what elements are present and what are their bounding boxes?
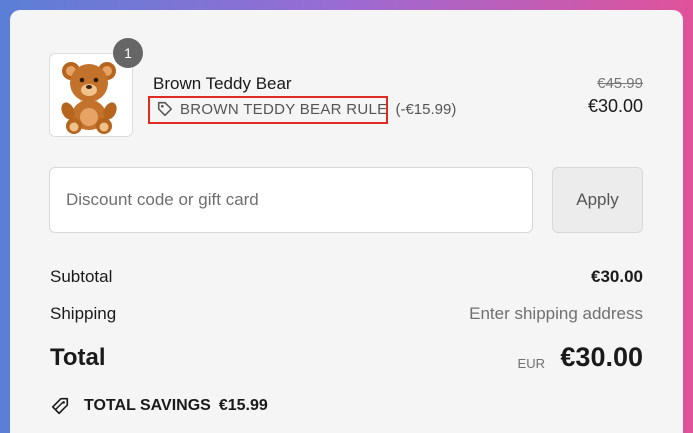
- original-price: €45.99: [597, 75, 643, 92]
- savings-tag-icon: [51, 397, 69, 415]
- total-savings: TOTAL SAVINGS €15.99: [50, 396, 268, 416]
- total-label: Total: [50, 344, 106, 371]
- discount-rule-amount: (-€15.99): [395, 100, 457, 118]
- quantity-badge: 1: [113, 38, 143, 68]
- discount-rule: BROWN TEDDY BEAR RULE (-€15.99): [156, 100, 456, 118]
- savings-amount: €15.99: [218, 397, 268, 414]
- discount-code-input[interactable]: [49, 167, 533, 233]
- savings-label: TOTAL SAVINGS: [84, 397, 211, 414]
- apply-button[interactable]: Apply: [552, 167, 643, 233]
- subtotal-value: €30.00: [591, 267, 643, 286]
- teddy-bear-icon: [61, 62, 117, 134]
- shipping-value: Enter shipping address: [469, 304, 643, 323]
- tag-icon: [157, 101, 173, 117]
- item-price: €30.00: [587, 96, 643, 116]
- total-value: €30.00: [560, 342, 643, 372]
- discount-rule-label: BROWN TEDDY BEAR RULE: [180, 100, 388, 118]
- product-name: Brown Teddy Bear: [153, 74, 292, 93]
- shipping-label: Shipping: [50, 304, 117, 323]
- total-currency: EUR: [517, 356, 545, 371]
- subtotal-label: Subtotal: [50, 267, 113, 286]
